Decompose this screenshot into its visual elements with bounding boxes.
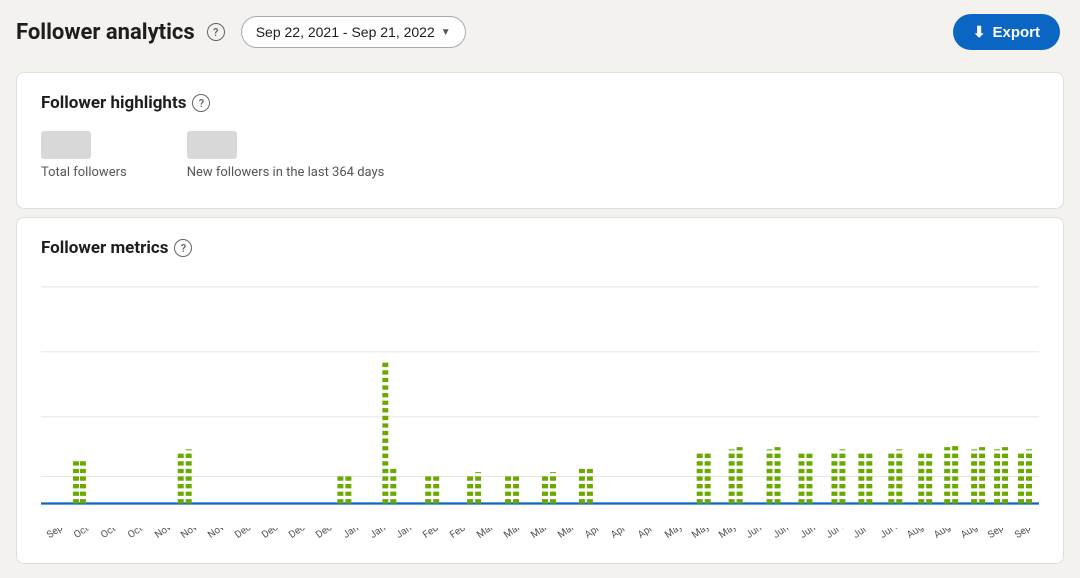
highlights-card-title: Follower highlights ?	[41, 93, 1039, 113]
date-range-button[interactable]: Sep 22, 2021 - Sep 21, 2022 ▼	[241, 16, 466, 48]
chart-svg	[41, 276, 1039, 536]
new-followers-item: New followers in the last 364 days	[187, 131, 385, 180]
page-title: Follower analytics	[16, 20, 195, 45]
export-label: Export	[992, 24, 1040, 41]
date-range-label: Sep 22, 2021 - Sep 21, 2022	[256, 24, 435, 40]
follower-highlights-card: Follower highlights ? Total followers Ne…	[16, 72, 1064, 209]
metrics-help-icon[interactable]: ?	[174, 239, 192, 257]
total-followers-value-placeholder	[41, 131, 91, 159]
new-followers-label: New followers in the last 364 days	[187, 165, 385, 180]
follower-metrics-card: Follower metrics ?	[16, 217, 1064, 564]
page-header: Follower analytics ? Sep 22, 2021 - Sep …	[0, 0, 1080, 64]
highlights-row: Total followers New followers in the las…	[41, 131, 1039, 188]
total-followers-label: Total followers	[41, 165, 127, 180]
download-icon: ⬇	[973, 23, 986, 41]
highlights-help-icon[interactable]: ?	[192, 94, 210, 112]
title-help-icon[interactable]: ?	[207, 23, 225, 41]
new-followers-value-placeholder	[187, 131, 237, 159]
chevron-down-icon: ▼	[441, 27, 451, 38]
total-followers-item: Total followers	[41, 131, 127, 180]
export-button[interactable]: ⬇ Export	[953, 14, 1060, 50]
follower-chart	[41, 276, 1039, 536]
metrics-card-title: Follower metrics ?	[41, 238, 1039, 258]
